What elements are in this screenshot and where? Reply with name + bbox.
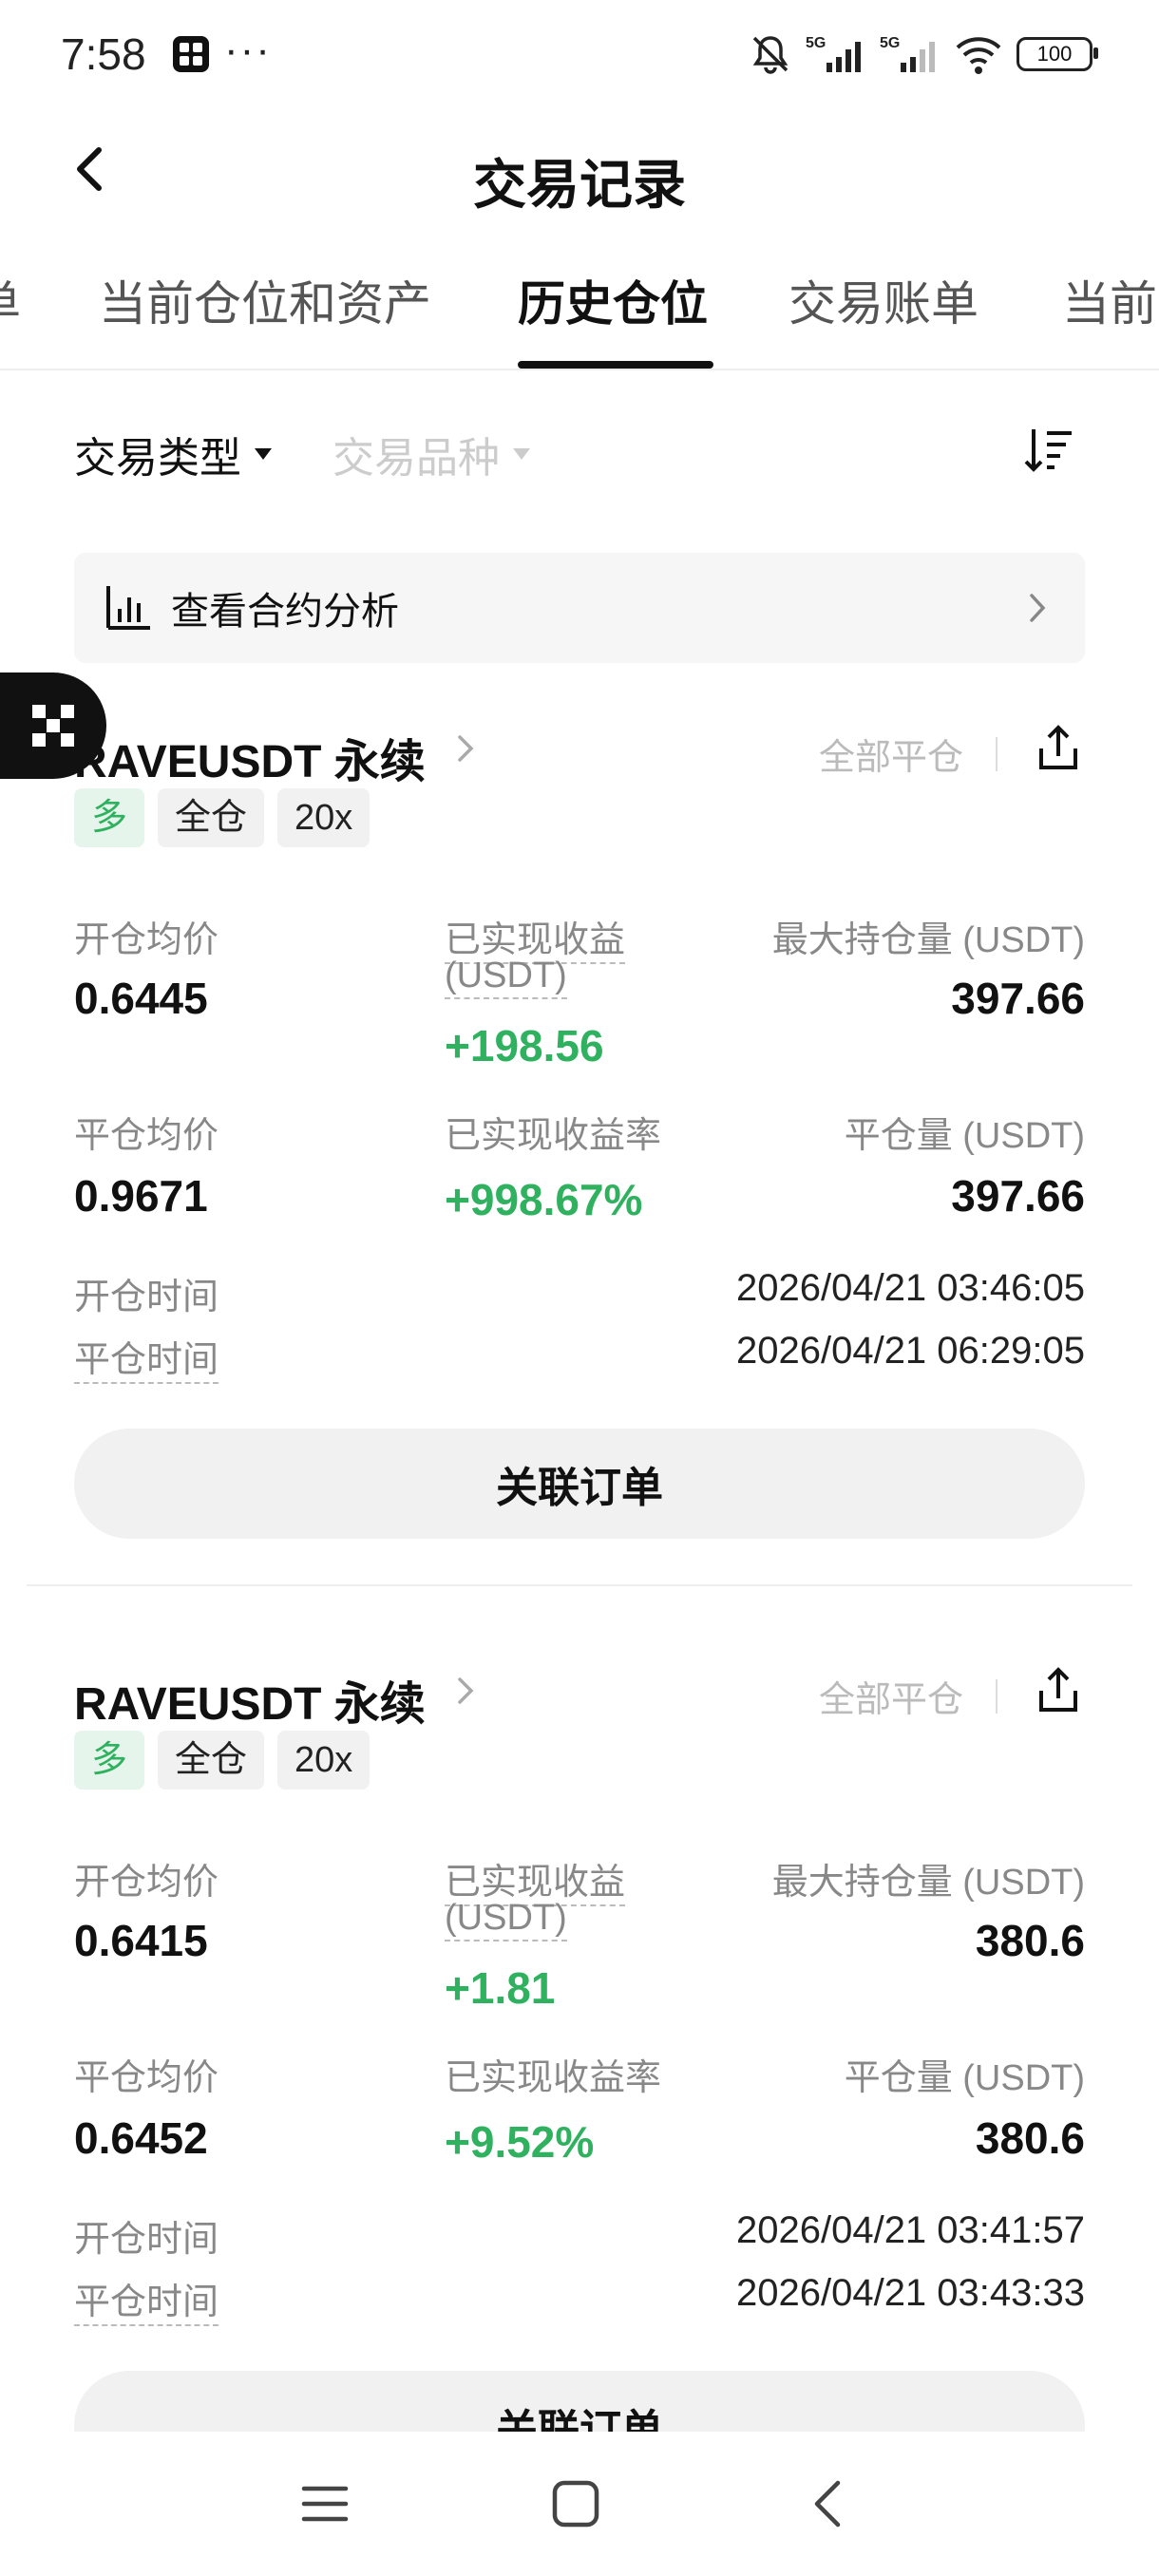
tab-partial-left[interactable]: 单 xyxy=(0,266,21,334)
close-amount-label: 平仓量 (USDT) xyxy=(844,2058,1085,2098)
symbol-name[interactable]: RAVEUSDT 永续 xyxy=(74,724,426,790)
margin-mode-tag: 全仓 xyxy=(158,1731,265,1790)
chevron-right-icon xyxy=(1030,594,1046,622)
analysis-label: 查看合约分析 xyxy=(171,591,399,633)
chevron-right-icon[interactable] xyxy=(454,728,477,769)
side-tag: 多 xyxy=(74,1731,145,1790)
svg-text:5G: 5G xyxy=(880,35,900,51)
status-more-dots: ··· xyxy=(224,27,272,73)
svg-text:5G: 5G xyxy=(806,35,826,51)
realized-pnl-unit: (USDT) xyxy=(445,1898,567,1941)
position-card: RAVEUSDT 永续 全部平仓 多 全仓 20x 开仓均价 0.6445 已实… xyxy=(74,724,1085,1598)
realized-pnl-rate-label: 已实现收益率 xyxy=(445,1116,662,1156)
max-position-value: 380.6 xyxy=(975,1916,1085,1965)
close-avg-label: 平仓均价 xyxy=(74,2058,219,2098)
realized-pnl-label[interactable]: 已实现收益 xyxy=(445,1852,626,1906)
open-avg-value: 0.6415 xyxy=(74,1916,208,1965)
open-time-label: 开仓时间 xyxy=(74,1278,219,1317)
bar-chart-icon xyxy=(106,586,150,630)
contract-analysis-banner[interactable]: 查看合约分析 xyxy=(74,553,1085,663)
caret-down-icon xyxy=(255,448,272,460)
active-tab-indicator xyxy=(518,361,713,369)
separator xyxy=(996,737,998,771)
close-amount-value: 397.66 xyxy=(951,1171,1085,1221)
close-time-value: 2026/04/21 06:29:05 xyxy=(735,1330,1085,1372)
status-time: 7:58 xyxy=(61,29,146,79)
menu-icon[interactable] xyxy=(296,2475,353,2532)
tag-row: 多 全仓 20x xyxy=(74,788,370,847)
open-time-value: 2026/04/21 03:41:57 xyxy=(735,2209,1085,2251)
symbol-name[interactable]: RAVEUSDT 永续 xyxy=(74,1666,426,1733)
close-time-label[interactable]: 平仓时间 xyxy=(74,2272,219,2326)
signal-icon: 5G xyxy=(880,35,935,72)
max-position-value: 397.66 xyxy=(951,974,1085,1023)
share-icon[interactable] xyxy=(1032,1664,1085,1717)
tab-divider xyxy=(0,369,1159,370)
close-time-value: 2026/04/21 03:43:33 xyxy=(735,2272,1085,2314)
instrument-filter[interactable]: 交易品种 xyxy=(332,424,530,484)
battery-icon: 100 xyxy=(1016,37,1098,71)
open-time-value: 2026/04/21 03:46:05 xyxy=(735,1267,1085,1309)
page-title: 交易记录 xyxy=(473,155,686,215)
margin-mode-tag: 全仓 xyxy=(158,788,265,847)
floating-app-button[interactable] xyxy=(0,672,106,779)
leverage-tag: 20x xyxy=(277,788,370,847)
sort-icon xyxy=(1024,429,1072,472)
side-tag: 多 xyxy=(74,788,145,847)
open-time-label: 开仓时间 xyxy=(74,2220,219,2260)
position-card: RAVEUSDT 永续 全部平仓 多 全仓 20x 开仓均价 0.6415 已实… xyxy=(74,1666,1085,2540)
close-avg-value: 0.9671 xyxy=(74,1171,208,1221)
open-avg-label: 开仓均价 xyxy=(74,920,219,960)
realized-pnl-label[interactable]: 已实现收益 xyxy=(445,910,626,964)
back-nav-icon[interactable] xyxy=(800,2475,857,2532)
app-logo-icon xyxy=(32,705,74,747)
signal-icon: 5G xyxy=(806,35,861,72)
status-indicators: 5G 5G 100 xyxy=(749,32,1098,76)
trade-type-filter[interactable]: 交易类型 xyxy=(74,424,272,484)
related-orders-button[interactable]: 关联订单 xyxy=(74,1429,1085,1539)
tab-position-history[interactable]: 历史仓位 xyxy=(518,266,708,334)
realized-pnl-unit: (USDT) xyxy=(445,956,567,999)
tab-bar: 单 当前仓位和资产 历史仓位 交易账单 当前 xyxy=(0,266,1159,370)
caret-down-icon xyxy=(513,448,530,460)
home-icon[interactable] xyxy=(547,2475,604,2532)
close-amount-value: 380.6 xyxy=(975,2113,1085,2163)
tag-row: 多 全仓 20x xyxy=(74,1731,370,1790)
trade-type-label: 交易类型 xyxy=(74,435,241,482)
separator xyxy=(996,1679,998,1714)
wifi-icon xyxy=(956,37,1001,74)
chevron-right-icon[interactable] xyxy=(454,1670,477,1712)
close-all-button[interactable]: 全部平仓 xyxy=(819,728,963,780)
tab-trade-bill[interactable]: 交易账单 xyxy=(788,266,978,334)
leverage-tag: 20x xyxy=(277,1731,370,1790)
system-nav-bar xyxy=(0,2432,1159,2576)
max-position-label: 最大持仓量 (USDT) xyxy=(771,920,1085,960)
share-icon[interactable] xyxy=(1032,722,1085,775)
mute-icon xyxy=(752,36,788,74)
close-avg-label: 平仓均价 xyxy=(74,1116,219,1156)
sort-button[interactable] xyxy=(1022,424,1075,477)
realized-pnl-value: +198.56 xyxy=(445,1021,604,1070)
card-divider xyxy=(27,1584,1132,1586)
max-position-label: 最大持仓量 (USDT) xyxy=(771,1863,1085,1903)
close-amount-label: 平仓量 (USDT) xyxy=(844,1116,1085,1156)
realized-pnl-value: +1.81 xyxy=(445,1963,556,2013)
tab-partial-right[interactable]: 当前 xyxy=(1062,266,1157,334)
close-all-button[interactable]: 全部平仓 xyxy=(819,1670,963,1722)
tab-positions-assets[interactable]: 当前仓位和资产 xyxy=(99,266,431,334)
instrument-label: 交易品种 xyxy=(332,435,500,482)
open-avg-label: 开仓均价 xyxy=(74,1863,219,1903)
realized-pnl-rate-value: +9.52% xyxy=(445,2117,595,2167)
open-avg-value: 0.6445 xyxy=(74,974,208,1023)
close-avg-value: 0.6452 xyxy=(74,2113,208,2163)
realized-pnl-rate-label: 已实现收益率 xyxy=(445,2058,662,2098)
realized-pnl-rate-value: +998.67% xyxy=(445,1175,643,1224)
close-time-label[interactable]: 平仓时间 xyxy=(74,1330,219,1384)
app-icon xyxy=(173,36,209,72)
